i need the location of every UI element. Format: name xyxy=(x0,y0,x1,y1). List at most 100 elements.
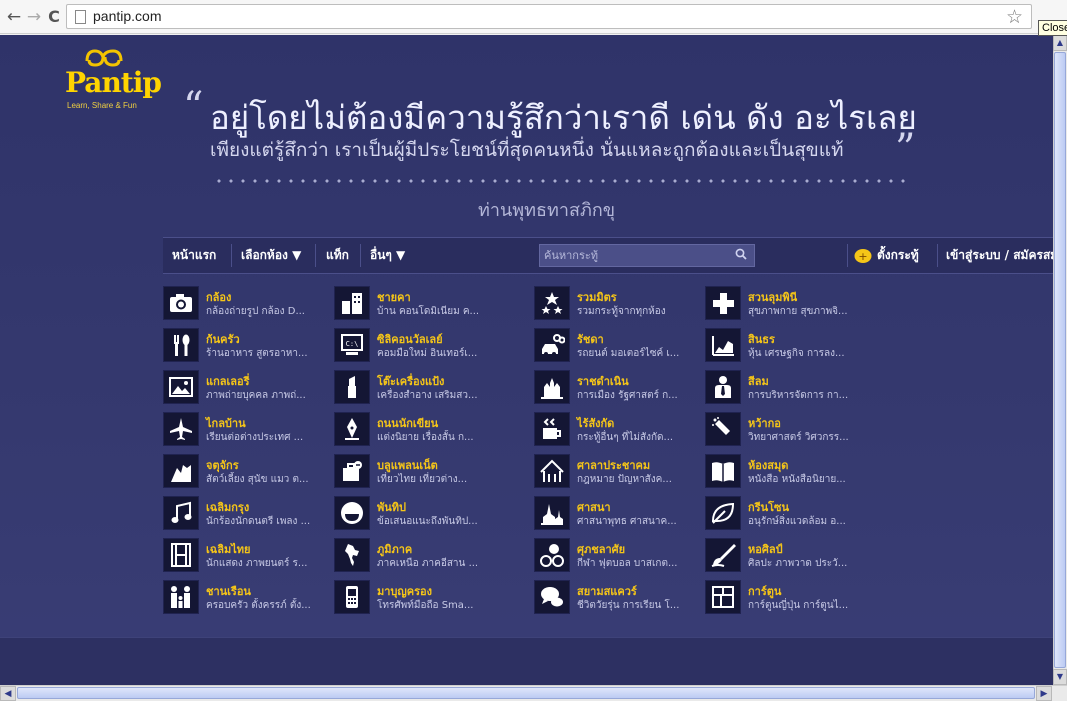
luggage-icon[interactable] xyxy=(334,454,370,488)
vertical-scroll-thumb[interactable] xyxy=(1054,52,1066,668)
post-thread-icon[interactable]: + xyxy=(854,248,872,264)
room-item[interactable]: C:\ ซิลิคอนวัลเลย์ คอมมือใหม่ อินเทอร์เ... xyxy=(334,328,499,363)
room-item[interactable]: หอศิลป์ ศิลปะ ภาพวาด ประวั... xyxy=(705,538,870,573)
pavilion-icon[interactable] xyxy=(534,454,570,488)
music-note-icon[interactable] xyxy=(163,496,199,530)
room-item[interactable]: มาบุญครอง โทรศัพท์มือถือ Sma... xyxy=(334,580,499,615)
lipstick-icon[interactable] xyxy=(334,370,370,404)
search-icon[interactable] xyxy=(735,248,747,260)
businessman-icon[interactable] xyxy=(705,370,741,404)
room-item[interactable]: สวนลุมพินี สุขภาพกาย สุขภาพจิ... xyxy=(705,286,870,321)
room-item[interactable]: ราชดำเนิน การเมือง รัฐศาสตร์ ก... xyxy=(534,370,699,405)
leaf-icon[interactable] xyxy=(705,496,741,530)
nav-divider xyxy=(937,244,938,267)
svg-text:+: + xyxy=(858,250,867,263)
room-item[interactable]: สีลม การบริหารจัดการ กา... xyxy=(705,370,870,405)
fork-spoon-icon[interactable] xyxy=(163,328,199,362)
room-description: แต่งนิยาย เรื่องสั้น ก... xyxy=(377,432,474,443)
room-item[interactable]: ถนนนักเขียน แต่งนิยาย เรื่องสั้น ก... xyxy=(334,412,499,447)
room-item[interactable]: โต๊ะเครื่องแป้ง เครื่องสำอาง เสริมสว... xyxy=(334,370,499,405)
building-icon[interactable] xyxy=(334,286,370,320)
sports-balls-icon[interactable] xyxy=(534,538,570,572)
paint-brush-icon[interactable] xyxy=(705,538,741,572)
book-icon[interactable] xyxy=(705,454,741,488)
reload-button[interactable]: C xyxy=(44,7,64,27)
camera-icon[interactable] xyxy=(163,286,199,320)
pantip-smile-icon[interactable] xyxy=(334,496,370,530)
room-description: อนุรักษ์สิ่งแวดล้อม อ... xyxy=(748,516,846,527)
room-item[interactable]: ศุภชลาศัย กีฬา ฟุตบอล บาสเกต... xyxy=(534,538,699,573)
main-navbar: หน้าแรก เลือกห้อง ▼ แท็ก อื่นๆ ▼ + ตั้งก… xyxy=(163,237,1053,274)
thailand-map-icon[interactable] xyxy=(334,538,370,572)
nav-others[interactable]: อื่นๆ ▼ xyxy=(370,238,405,273)
room-item[interactable]: รัชดา รถยนต์ มอเตอร์ไซค์ เ... xyxy=(534,328,699,363)
page-icon xyxy=(75,10,86,24)
room-item[interactable]: ไกลบ้าน เรียนต่อต่างประเทศ ... xyxy=(163,412,328,447)
address-bar[interactable]: pantip.com ☆ xyxy=(66,4,1032,29)
pantip-logo[interactable]: Pantip Learn, Share & Fun xyxy=(55,47,171,127)
test-tube-icon[interactable] xyxy=(705,412,741,446)
nav-select-room[interactable]: เลือกห้อง ▼ xyxy=(241,238,301,273)
room-item[interactable]: บลูแพลนเน็ต เที่ยวไทย เที่ยวต่าง... xyxy=(334,454,499,489)
room-item[interactable]: เฉลิมไทย นักแสดง ภาพยนตร์ ร... xyxy=(163,538,328,573)
film-icon[interactable] xyxy=(163,538,199,572)
mobile-phone-icon[interactable] xyxy=(334,580,370,614)
chat-bubbles-icon[interactable] xyxy=(534,580,570,614)
car-bike-icon[interactable] xyxy=(534,328,570,362)
horizontal-scroll-thumb[interactable] xyxy=(17,687,1035,699)
room-item[interactable]: ศาสนา ศาสนาพุทธ ศาสนาค... xyxy=(534,496,699,531)
scroll-up-arrow-icon[interactable]: ▲ xyxy=(1053,35,1067,51)
nav-post-thread[interactable]: ตั้งกระทู้ xyxy=(877,238,919,273)
room-item[interactable]: ศาลาประชาคม กฎหมาย ปัญหาสังค... xyxy=(534,454,699,489)
room-item[interactable]: การ์ตูน การ์ตูนญี่ปุ่น การ์ตูนไ... xyxy=(705,580,870,615)
room-item[interactable]: แกลเลอรี่ ภาพถ่ายบุคคล ภาพถ่... xyxy=(163,370,328,405)
scroll-left-arrow-icon[interactable]: ◀ xyxy=(0,686,16,701)
stock-chart-icon[interactable] xyxy=(705,328,741,362)
room-item[interactable]: รวมมิตร รวมกระทู้จากทุกห้อง xyxy=(534,286,699,321)
quote-close-mark: ” xyxy=(895,126,916,172)
computer-icon[interactable]: C:\ xyxy=(334,328,370,362)
room-item[interactable]: กรีนโซน อนุรักษ์สิ่งแวดล้อม อ... xyxy=(705,496,870,531)
nav-login[interactable]: เข้าสู่ระบบ / สมัครสมาชิก xyxy=(946,238,1053,273)
pets-icon[interactable] xyxy=(163,454,199,488)
quote-author: ท่านพุทธทาสภิกขุ xyxy=(478,200,616,221)
coffee-icon[interactable] xyxy=(534,412,570,446)
search-input[interactable] xyxy=(544,247,724,264)
airplane-icon[interactable] xyxy=(163,412,199,446)
temple-icon[interactable] xyxy=(534,496,570,530)
room-item[interactable]: ห้องสมุด หนังสือ หนังสือนิยาย... xyxy=(705,454,870,489)
nav-tag[interactable]: แท็ก xyxy=(326,238,349,273)
forward-button[interactable]: → xyxy=(24,7,44,27)
room-item[interactable]: จตุจักร สัตว์เลี้ยง สุนัข แมว ต... xyxy=(163,454,328,489)
pen-nib-icon[interactable] xyxy=(334,412,370,446)
page-footer xyxy=(0,637,1053,685)
room-item[interactable]: ไร้สังกัด กระทู้อื่นๆ ที่ไม่สังกัด... xyxy=(534,412,699,447)
room-item[interactable]: ก้นครัว ร้านอาหาร สูตรอาหา... xyxy=(163,328,328,363)
room-item[interactable]: สินธร หุ้น เศรษฐกิจ การลง... xyxy=(705,328,870,363)
url-text[interactable]: pantip.com xyxy=(93,8,161,24)
gallery-icon[interactable] xyxy=(163,370,199,404)
room-description: ชีวิตวัยรุ่น การเรียน โ... xyxy=(577,600,680,611)
quote-open-mark: “ xyxy=(183,84,204,130)
room-item[interactable]: ชายคา บ้าน คอนโดมิเนียม ค... xyxy=(334,286,499,321)
room-item[interactable]: หว้ากอ วิทยาศาสตร์ วิศวกรร... xyxy=(705,412,870,447)
room-item[interactable]: เฉลิมกรุง นักร้องนักดนตรี เพลง ... xyxy=(163,496,328,531)
room-item[interactable]: ภูมิภาค ภาคเหนือ ภาคอีสาน ... xyxy=(334,538,499,573)
monument-icon[interactable] xyxy=(534,370,570,404)
room-item[interactable]: พันทิป ข้อเสนอแนะถึงพันทิป... xyxy=(334,496,499,531)
comic-panel-icon[interactable] xyxy=(705,580,741,614)
stars-icon[interactable] xyxy=(534,286,570,320)
search-box[interactable] xyxy=(539,244,755,267)
back-button[interactable]: ← xyxy=(4,7,24,27)
bookmark-star-icon[interactable]: ☆ xyxy=(1006,6,1023,28)
room-item[interactable]: สยามสแควร์ ชีวิตวัยรุ่น การเรียน โ... xyxy=(534,580,699,615)
scroll-right-arrow-icon[interactable]: ▶ xyxy=(1036,686,1052,701)
room-item[interactable]: กล้อง กล้องถ่ายรูป กล้อง D... xyxy=(163,286,328,321)
room-item[interactable]: ชานเรือน ครอบครัว ตั้งครรภ์ ตั้ง... xyxy=(163,580,328,615)
room-description: การบริหารจัดการ กา... xyxy=(748,390,849,401)
health-cross-icon[interactable] xyxy=(705,286,741,320)
family-icon[interactable] xyxy=(163,580,199,614)
nav-divider xyxy=(231,244,232,267)
nav-home[interactable]: หน้าแรก xyxy=(172,238,216,273)
scroll-down-arrow-icon[interactable]: ▼ xyxy=(1053,669,1067,685)
